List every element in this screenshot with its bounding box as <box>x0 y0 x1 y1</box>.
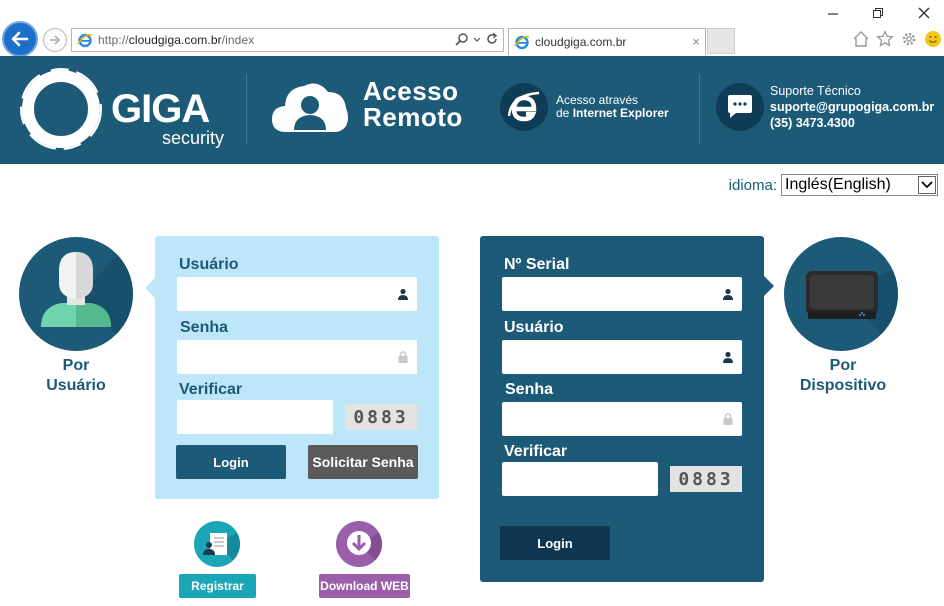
user-icon <box>723 351 733 363</box>
by-user-label: Por Usuário <box>36 356 116 396</box>
captcha-image: 0883 <box>670 466 742 492</box>
new-tab-button[interactable] <box>707 28 735 54</box>
password-field-label: Senha <box>180 319 229 336</box>
user-field-label: Usuário <box>179 256 239 273</box>
device-avatar-circle <box>784 237 898 351</box>
gear-icon[interactable] <box>900 30 918 48</box>
device-captcha-input[interactable] <box>502 462 658 496</box>
user-password-input[interactable] <box>177 340 417 374</box>
refresh-icon[interactable] <box>485 32 499 46</box>
user-icon <box>723 288 733 300</box>
search-icon[interactable] <box>455 32 469 46</box>
language-label: idioma: <box>728 176 777 194</box>
back-button[interactable] <box>2 21 38 57</box>
device-password-field-label: Senha <box>505 381 554 398</box>
by-user-line2: Usuário <box>46 377 106 394</box>
tab-title: cloudgiga.com.br <box>535 35 627 49</box>
minimize-button[interactable] <box>823 6 843 22</box>
arrow-left-icon <box>11 31 29 47</box>
internet-explorer-icon <box>507 91 540 122</box>
download-web-button[interactable]: Download WEB <box>319 574 410 598</box>
lock-icon <box>398 351 408 363</box>
arrow-right-icon <box>50 35 61 45</box>
giga-security-logo: GIGA security <box>18 66 228 154</box>
forward-button[interactable] <box>43 28 67 52</box>
support-phone: (35) 3473.4300 <box>770 116 855 130</box>
support-badge <box>716 83 764 131</box>
user-icon <box>398 288 408 300</box>
minimize-icon <box>828 13 838 15</box>
ie-favicon-icon <box>514 35 530 50</box>
ie-access-prefix: de <box>556 106 573 120</box>
close-window-button[interactable] <box>914 6 934 22</box>
support-email[interactable]: suporte@grupogiga.com.br <box>770 99 934 115</box>
register-icon-button[interactable] <box>194 521 240 567</box>
support-title: Suporte Técnico <box>770 84 861 98</box>
chat-bubble-icon <box>728 95 752 118</box>
language-selected-value: Inglés(English) <box>785 176 891 193</box>
restore-icon <box>873 8 883 18</box>
user-username-input[interactable] <box>177 277 417 311</box>
remote-access-title: Acesso Remoto <box>363 78 463 130</box>
logo-wordmark: GIGA <box>111 87 210 131</box>
chevron-down-icon <box>918 176 936 194</box>
address-bar[interactable]: http://cloudgiga.com.br/index <box>71 28 504 52</box>
user-login-button[interactable]: Login <box>176 445 286 479</box>
home-icon[interactable] <box>852 30 870 48</box>
url-text: http://cloudgiga.com.br/index <box>98 33 255 47</box>
device-user-field-label: Usuário <box>504 319 564 336</box>
language-select[interactable]: Inglés(English) <box>781 174 938 196</box>
cloud-user-icon <box>272 83 348 132</box>
header-divider <box>246 74 247 144</box>
user-avatar-circle <box>19 237 133 351</box>
giga-swirl-logo-icon <box>20 68 102 150</box>
device-login-button[interactable]: Login <box>500 526 610 560</box>
favorites-star-icon[interactable] <box>876 30 894 48</box>
restore-button[interactable] <box>868 6 888 22</box>
device-password-input[interactable] <box>502 402 742 436</box>
download-icon-button[interactable] <box>336 521 382 567</box>
request-password-button[interactable]: Solicitar Senha <box>308 445 418 479</box>
close-icon <box>918 7 930 19</box>
by-user-line1: Por <box>62 357 90 374</box>
by-device-label: Por Dispositivo <box>793 356 893 396</box>
user-captcha-input[interactable] <box>177 400 333 434</box>
tab-close-button[interactable]: × <box>692 34 700 49</box>
smiley-feedback-icon[interactable] <box>924 30 942 48</box>
user-silhouette-icon <box>41 237 133 351</box>
by-device-line1: Por <box>829 357 857 374</box>
tab-cloudgiga[interactable]: cloudgiga.com.br × <box>508 28 706 55</box>
language-row: idioma: Inglés(English) <box>729 174 938 196</box>
lock-icon <box>723 413 733 425</box>
ie-access-text: Acesso através de Internet Explorer <box>556 94 669 120</box>
ie-favicon-icon <box>77 33 93 48</box>
device-serial-input[interactable] <box>502 277 742 311</box>
browser-chrome: http://cloudgiga.com.br/index cloudgiga.… <box>0 0 944 57</box>
captcha-image: 0883 <box>345 404 417 430</box>
remote-title-line1: Acesso <box>363 76 459 106</box>
support-contact: Suporte Técnico suporte@grupogiga.com.br… <box>770 83 934 131</box>
verify-field-label: Verificar <box>179 381 243 398</box>
serial-field-label: Nº Serial <box>504 256 570 273</box>
chevron-down-icon[interactable] <box>473 32 481 46</box>
ie-access-browser: Internet Explorer <box>572 106 669 120</box>
device-verify-field-label: Verificar <box>504 443 568 460</box>
logo-subtitle: security <box>162 128 225 148</box>
header-divider <box>699 74 700 144</box>
dvr-device-icon <box>806 267 898 351</box>
register-document-icon <box>203 531 240 567</box>
register-button[interactable]: Registrar <box>179 574 256 598</box>
user-login-panel: Usuário Senha Verificar 0883 Login Solic… <box>145 236 439 499</box>
download-arrow-icon <box>347 531 382 567</box>
device-login-panel: Nº Serial Usuário Senha Verificar 0883 L… <box>480 236 774 582</box>
device-username-input[interactable] <box>502 340 742 374</box>
by-device-line2: Dispositivo <box>799 377 887 394</box>
ie-badge <box>500 83 548 131</box>
site-header: GIGA security Acesso Remoto Acesso atrav… <box>0 56 944 164</box>
remote-title-line2: Remoto <box>363 102 463 132</box>
